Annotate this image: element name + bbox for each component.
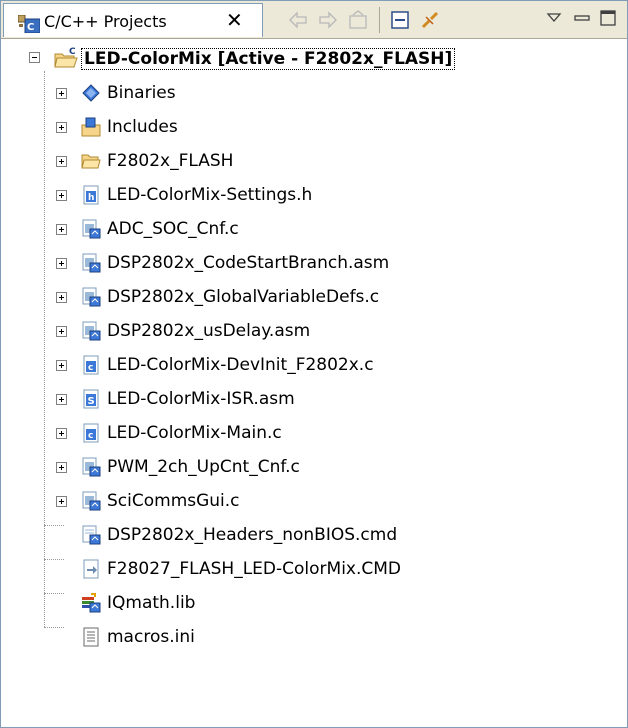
project-tree: C LED-ColorMix [Active - F2802x_FLASH] B… — [1, 39, 627, 727]
tree-item-label: F2802x_FLASH — [107, 151, 234, 171]
view-toolbar: C C/C++ Projects ✕ — [1, 1, 627, 39]
svg-text:C: C — [69, 47, 76, 57]
project-root-label: LED-ColorMix [Active - F2802x_FLASH] — [81, 48, 456, 70]
linked-source-file-icon — [82, 457, 101, 477]
expand-toggle[interactable] — [56, 462, 67, 473]
includes-icon — [81, 117, 101, 137]
tree-item[interactable]: macros.ini — [1, 621, 627, 655]
linked-source-file-icon — [82, 287, 101, 307]
tree-item[interactable]: S LED-ColorMix-ISR.asm — [1, 383, 627, 417]
tree-item[interactable]: DSP2802x_Headers_nonBIOS.cmd — [1, 519, 627, 553]
tree-item[interactable]: h LED-ColorMix-Settings.h — [1, 179, 627, 213]
tree-root-row[interactable]: C LED-ColorMix [Active - F2802x_FLASH] — [1, 43, 627, 77]
tree-item[interactable]: SciCommsGui.c — [1, 485, 627, 519]
tree-item[interactable]: F28027_FLASH_LED-ColorMix.CMD — [1, 553, 627, 587]
tree-item[interactable]: DSP2802x_usDelay.asm — [1, 315, 627, 349]
collapse-toggle[interactable] — [29, 52, 40, 63]
forward-arrow-icon[interactable] — [317, 9, 339, 31]
expand-toggle[interactable] — [56, 292, 67, 303]
tree-item-label: macros.ini — [107, 627, 195, 647]
tab-title: C/C++ Projects — [44, 12, 167, 31]
tree-item-label: LED-ColorMix-Main.c — [107, 423, 282, 443]
minimize-icon[interactable] — [571, 7, 593, 29]
project-folder-icon: C — [54, 47, 78, 68]
svg-text:h: h — [88, 193, 94, 203]
toolbar-separator — [379, 7, 380, 33]
expand-toggle[interactable] — [56, 258, 67, 269]
header-file-icon: h — [83, 185, 99, 205]
cmd-file-icon — [83, 559, 99, 579]
tree-item[interactable]: c LED-ColorMix-Main.c — [1, 417, 627, 451]
folder-icon — [81, 154, 101, 169]
link-with-editor-icon[interactable] — [419, 9, 441, 31]
expand-toggle[interactable] — [56, 496, 67, 507]
back-arrow-icon[interactable] — [287, 9, 309, 31]
tree-item-label: LED-ColorMix-ISR.asm — [107, 389, 295, 409]
linked-source-file-icon — [82, 321, 101, 341]
expand-toggle[interactable] — [56, 156, 67, 167]
tree-item-label: DSP2802x_CodeStartBranch.asm — [107, 253, 390, 273]
text-file-icon — [83, 627, 99, 647]
tree-item[interactable]: ADC_SOC_Cnf.c — [1, 213, 627, 247]
tree-item[interactable]: DSP2802x_CodeStartBranch.asm — [1, 247, 627, 281]
collapse-all-icon[interactable] — [389, 9, 411, 31]
expand-toggle[interactable] — [56, 360, 67, 371]
tree-item[interactable]: PWM_2ch_UpCnt_Cnf.c — [1, 451, 627, 485]
linked-source-file-icon — [82, 491, 101, 511]
tree-item-label: DSP2802x_GlobalVariableDefs.c — [107, 287, 380, 307]
expand-toggle[interactable] — [56, 224, 67, 235]
tree-item-label: LED-ColorMix-Settings.h — [107, 185, 313, 205]
up-folder-icon[interactable] — [347, 9, 369, 31]
tree-item[interactable]: Binaries — [1, 77, 627, 111]
library-file-icon — [82, 593, 101, 613]
tree-item-label: Binaries — [107, 83, 176, 103]
tree-item-label: LED-ColorMix-DevInit_F2802x.c — [107, 355, 374, 375]
asm-source-file-icon: S — [83, 389, 99, 409]
svg-text:C: C — [27, 22, 34, 33]
view-menu-icon[interactable] — [543, 7, 565, 29]
cpp-projects-view: C C/C++ Projects ✕ C LED-ColorMix [Activ… — [0, 0, 628, 728]
tree-item-label: F28027_FLASH_LED-ColorMix.CMD — [107, 559, 402, 579]
tree-item[interactable]: c LED-ColorMix-DevInit_F2802x.c — [1, 349, 627, 383]
svg-text:c: c — [88, 363, 93, 373]
c-source-file-icon: c — [83, 355, 99, 375]
cpp-projects-view-icon: C — [18, 15, 40, 33]
expand-toggle[interactable] — [56, 190, 67, 201]
tree-item-label: IQmath.lib — [107, 593, 196, 613]
svg-text:S: S — [88, 396, 95, 407]
svg-text:c: c — [88, 431, 93, 441]
tree-item[interactable]: Includes — [1, 111, 627, 145]
expand-toggle[interactable] — [56, 428, 67, 439]
tree-item-label: DSP2802x_Headers_nonBIOS.cmd — [107, 525, 398, 545]
expand-toggle[interactable] — [56, 88, 67, 99]
tree-item[interactable]: IQmath.lib — [1, 587, 627, 621]
linked-source-file-icon — [82, 253, 101, 273]
c-source-file-icon: c — [83, 423, 99, 443]
linked-file-icon — [82, 525, 101, 545]
expand-toggle[interactable] — [56, 394, 67, 405]
binaries-icon — [82, 84, 100, 102]
close-icon[interactable]: ✕ — [226, 10, 243, 30]
tree-item-label: ADC_SOC_Cnf.c — [107, 219, 239, 239]
linked-source-file-icon — [82, 219, 101, 239]
tree-item[interactable]: F2802x_FLASH — [1, 145, 627, 179]
tree-item-label: SciCommsGui.c — [107, 491, 240, 511]
tree-item-label: PWM_2ch_UpCnt_Cnf.c — [107, 457, 300, 477]
tree-item-label: Includes — [107, 117, 178, 137]
tab-cpp-projects[interactable]: C C/C++ Projects ✕ — [3, 3, 263, 37]
expand-toggle[interactable] — [56, 122, 67, 133]
expand-toggle[interactable] — [56, 326, 67, 337]
tree-item[interactable]: DSP2802x_GlobalVariableDefs.c — [1, 281, 627, 315]
tree-item-label: DSP2802x_usDelay.asm — [107, 321, 311, 341]
maximize-icon[interactable] — [597, 7, 619, 29]
